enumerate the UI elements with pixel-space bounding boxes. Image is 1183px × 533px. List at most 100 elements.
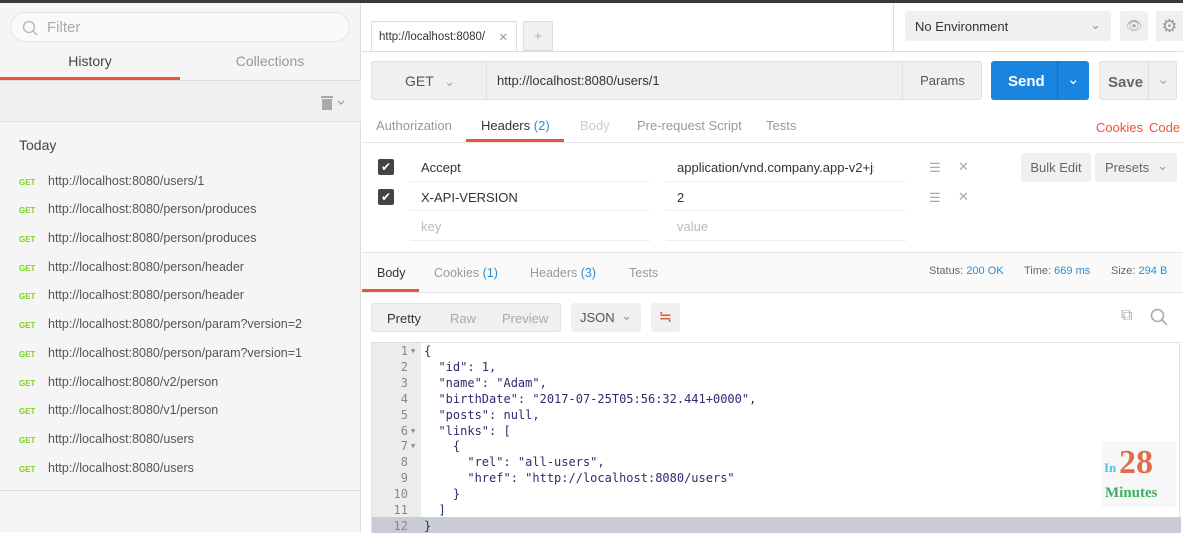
search-icon — [22, 20, 38, 36]
history-item[interactable]: GET http://localhost:8080/person/param?ve… — [0, 316, 360, 336]
history-item[interactable]: GET http://localhost:8080/person/produces — [0, 201, 360, 221]
section-today: Today — [19, 137, 57, 153]
eye-icon[interactable]: 👁 — [1120, 11, 1148, 41]
status: Status: 200 OK — [929, 265, 1004, 277]
view-preview[interactable]: Preview — [502, 311, 548, 326]
history-url: http://localhost:8080/v2/person — [48, 375, 219, 389]
line-number: 9 — [400, 471, 408, 486]
history-item[interactable]: GET http://localhost:8080/v1/person — [0, 402, 360, 422]
header-key[interactable]: Accept — [421, 160, 461, 175]
header-value[interactable]: application/vnd.company.app-v2+js — [677, 160, 874, 175]
history-url: http://localhost:8080/users/1 — [48, 174, 205, 188]
method-badge: GET — [19, 379, 36, 388]
history-item[interactable]: GET http://localhost:8080/person/param?ve… — [0, 345, 360, 365]
response-body-editor[interactable]: 1 ▼{2 "id": 1, 3 "name": "Adam", 4 "birthDa… — [371, 342, 1181, 533]
value-input[interactable]: value — [677, 219, 708, 234]
history-item[interactable]: GET http://localhost:8080/person/produces — [0, 230, 360, 250]
method-value: GET — [405, 73, 434, 89]
history-item[interactable]: GET http://localhost:8080/person/header — [0, 287, 360, 307]
time-label: Time: — [1024, 265, 1052, 277]
wrap-lines-icon[interactable]: ≒ — [651, 303, 680, 332]
drag-handle-icon[interactable]: ☰ — [929, 190, 941, 206]
divider — [666, 210, 906, 211]
tab-history[interactable]: History — [0, 53, 180, 80]
tab-response-headers[interactable]: Headers (3) — [530, 266, 596, 280]
history-item[interactable]: GET http://localhost:8080/person/header — [0, 259, 360, 279]
code-line: "birthDate": "2017-07-25T05:56:32.441+00… — [424, 391, 757, 406]
view-raw[interactable]: Raw — [450, 311, 476, 326]
chevron-down-icon[interactable]: ⌄ — [1067, 70, 1080, 88]
header-key[interactable]: X-API-VERSION — [421, 190, 518, 205]
logo-minutes: Minutes — [1105, 485, 1158, 501]
drag-handle-icon[interactable]: ☰ — [929, 160, 941, 176]
method-badge: GET — [19, 206, 36, 215]
tab-body[interactable]: Body — [580, 118, 610, 133]
copy-icon[interactable]: ⧉ — [1121, 307, 1132, 325]
code-line: "name": "Adam", — [424, 375, 547, 390]
search-icon[interactable] — [1150, 308, 1168, 326]
fold-icon[interactable]: ▼ — [411, 347, 415, 355]
divider — [0, 490, 360, 491]
environment-select[interactable]: No Environment ⌄ — [905, 11, 1111, 41]
close-icon[interactable]: ✕ — [498, 30, 508, 44]
tab-pre-request-script[interactable]: Pre-request Script — [637, 118, 742, 133]
history-item[interactable]: GET http://localhost:8080/users/1 — [0, 173, 360, 193]
cookies-link[interactable]: Cookies — [1096, 120, 1143, 135]
method-select[interactable]: GET ⌄ — [372, 62, 487, 99]
key-input[interactable]: key — [421, 219, 441, 234]
tab-authorization[interactable]: Authorization — [376, 118, 452, 133]
line-number: 8 — [400, 455, 408, 470]
history-item[interactable]: GET http://localhost:8080/v2/person — [0, 374, 360, 394]
divider — [1057, 61, 1058, 100]
history-toolbar — [0, 80, 361, 122]
divider — [410, 181, 650, 182]
code-line: } — [424, 518, 432, 533]
line-number: 4 — [400, 391, 408, 406]
history-item[interactable]: GET http://localhost:8080/users — [0, 460, 360, 480]
divider — [666, 240, 906, 241]
chevron-down-icon[interactable]: ⌄ — [1157, 70, 1170, 88]
tab-headers[interactable]: Headers (2) — [481, 118, 550, 133]
method-badge: GET — [19, 264, 36, 273]
bulk-edit-button[interactable]: Bulk Edit — [1021, 153, 1091, 182]
divider — [1148, 62, 1149, 99]
tab-response-tests[interactable]: Tests — [629, 266, 658, 280]
code-line: "rel": "all-users", — [424, 455, 605, 470]
delete-icon[interactable]: ✕ — [958, 189, 969, 205]
history-url: http://localhost:8080/person/param?versi… — [48, 317, 302, 331]
send-button[interactable]: Send ⌄ — [991, 61, 1089, 100]
filter-input[interactable]: Filter — [10, 12, 350, 42]
cookies-label: Cookies — [434, 266, 480, 280]
format-select[interactable]: JSON ⌄ — [571, 303, 641, 332]
header-checkbox[interactable]: ✔ — [378, 159, 394, 175]
size: Size: 294 B — [1111, 265, 1167, 277]
gear-icon[interactable]: ⚙ — [1156, 11, 1183, 41]
history-item[interactable]: GET http://localhost:8080/users — [0, 431, 360, 451]
tab-collections[interactable]: Collections — [180, 53, 360, 69]
method-badge: GET — [19, 235, 36, 244]
add-tab-button[interactable]: + — [523, 21, 553, 51]
delete-icon[interactable]: ✕ — [958, 159, 969, 175]
header-checkbox[interactable]: ✔ — [378, 189, 394, 205]
headers-count: (3) — [580, 266, 597, 280]
save-button[interactable]: Save ⌄ — [1099, 61, 1177, 100]
tab-response-body[interactable]: Body — [377, 266, 406, 280]
code-line: "href": "http://localhost:8080/users" — [424, 471, 735, 486]
request-tab[interactable]: http://localhost:8080/ ✕ — [371, 21, 517, 52]
header-value[interactable]: 2 — [677, 190, 684, 205]
fold-icon[interactable]: ▼ — [411, 427, 415, 435]
view-pretty[interactable]: Pretty — [387, 311, 421, 326]
code-link[interactable]: Code — [1149, 120, 1180, 135]
tab-tests[interactable]: Tests — [766, 118, 796, 133]
active-line-highlight — [372, 517, 1181, 533]
tab-response-cookies[interactable]: Cookies (1) — [434, 266, 498, 280]
params-button[interactable]: Params — [902, 62, 982, 99]
history-url: http://localhost:8080/users — [48, 432, 194, 446]
trash-icon[interactable] — [320, 93, 346, 111]
time-value: 669 ms — [1054, 265, 1091, 277]
presets-label: Presets — [1105, 160, 1150, 175]
fold-icon[interactable]: ▼ — [411, 442, 415, 450]
presets-button[interactable]: Presets ⌄ — [1095, 153, 1177, 182]
line-number: 2 — [400, 359, 408, 374]
url-input[interactable]: http://localhost:8080/users/1 — [497, 73, 660, 88]
